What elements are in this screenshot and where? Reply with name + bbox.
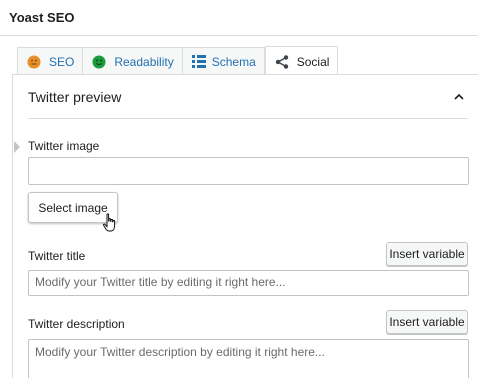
tab-bar: SEO Readability Schema Social [17,46,339,76]
tab-readability[interactable]: Readability [83,47,183,75]
tab-social[interactable]: Social [264,46,339,76]
tab-schema[interactable]: Schema [182,47,265,75]
schema-grid-icon [191,55,206,68]
twitter-image-field[interactable] [28,157,469,185]
social-panel: Twitter preview Twitter image Select ima… [12,74,478,378]
description-insert-variable-button[interactable]: Insert variable [386,310,468,334]
tab-seo[interactable]: SEO [17,47,84,75]
twitter-description-input[interactable]: Modify your Twitter description by editi… [28,339,469,378]
tab-social-label: Social [296,54,330,69]
twitter-preview-toggle[interactable]: Twitter preview [28,75,468,119]
twitter-image-label: Twitter image [28,139,100,153]
tab-readability-label: Readability [114,54,174,69]
twitter-preview-heading: Twitter preview [28,88,122,105]
yoast-seo-metabox: Yoast SEO SEO Readability Schema Social … [0,0,478,378]
title-insert-variable-button[interactable]: Insert variable [386,242,468,266]
twitter-title-label: Twitter title [28,249,86,263]
metabox-title: Yoast SEO [0,0,478,36]
collapse-arrow-icon [14,141,20,153]
twitter-description-label: Twitter description [28,317,125,331]
twitter-title-input[interactable]: Modify your Twitter title by editing it … [28,270,469,296]
tab-seo-label: SEO [49,54,75,69]
chevron-up-icon [452,90,466,104]
hand-cursor-icon [102,213,116,232]
readability-smiley-green-icon [92,55,106,69]
share-icon [275,54,289,69]
tab-schema-label: Schema [211,54,256,69]
seo-smiley-orange-icon [27,55,41,69]
